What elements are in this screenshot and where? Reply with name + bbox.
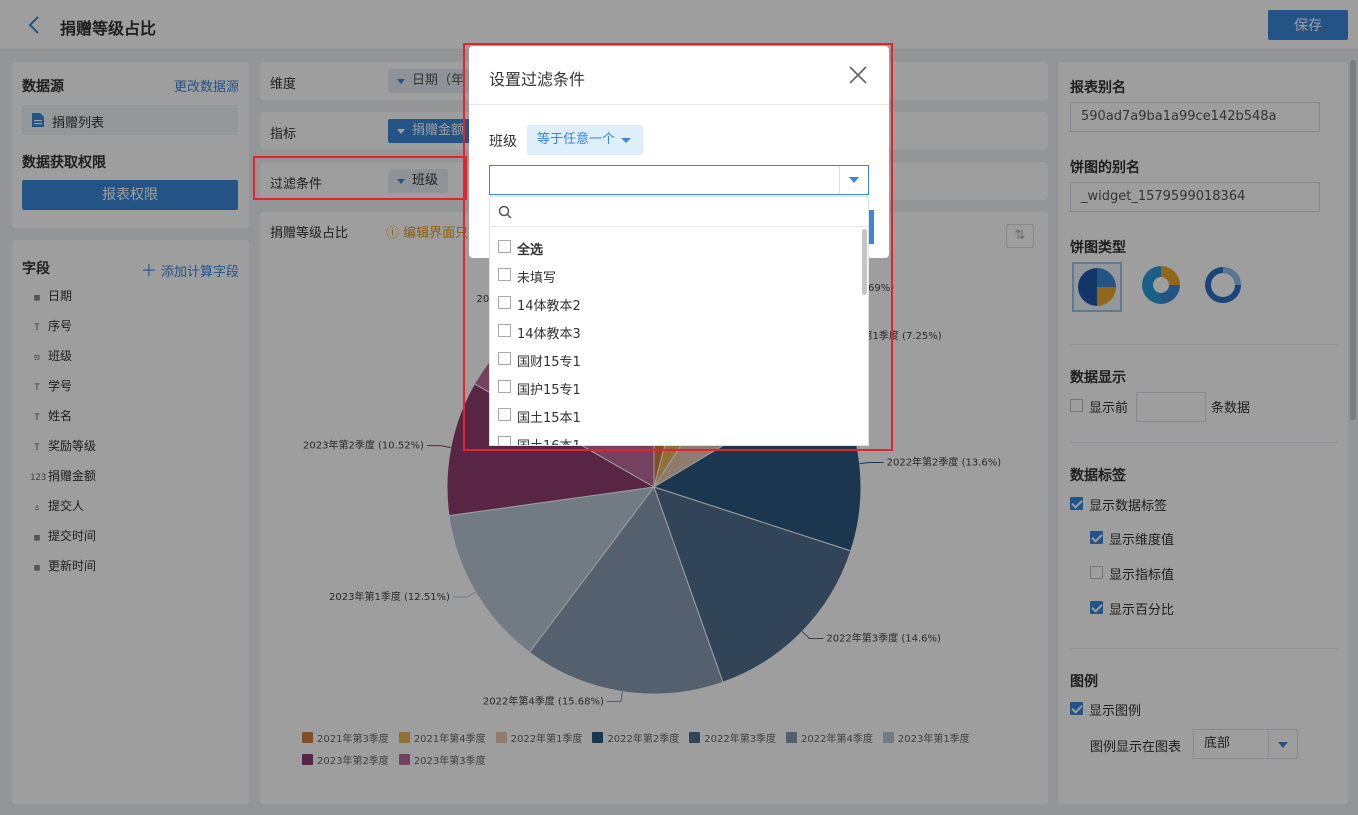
highlight-filter-box bbox=[253, 156, 467, 200]
highlight-dialog-box bbox=[463, 43, 893, 451]
